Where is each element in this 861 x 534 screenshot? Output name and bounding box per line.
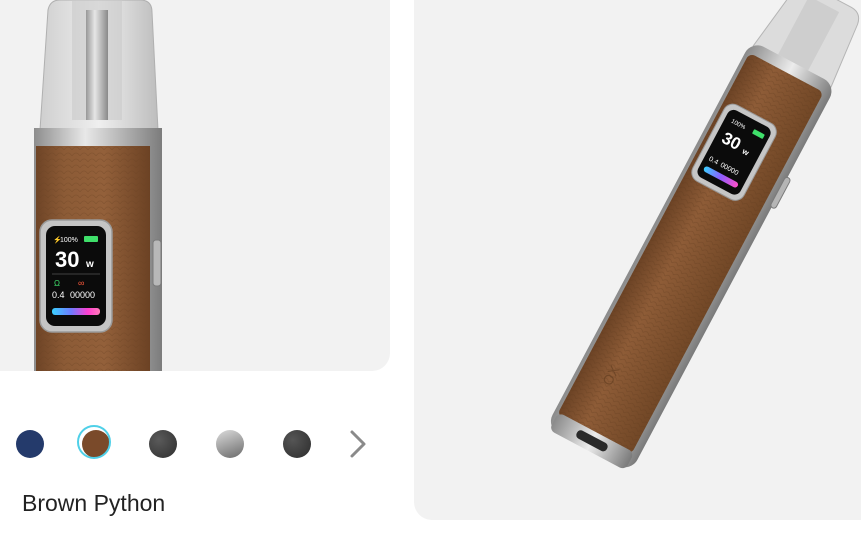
wattage-unit: w [85,259,94,270]
battery-text: 100% [60,237,78,244]
color-swatch-brown-python[interactable] [77,425,111,459]
product-image-angled: 100% 30 w 0.4 00000 OX [414,0,861,520]
puff-count: 00000 [70,290,95,300]
wattage-value: 30 [55,247,79,272]
vape-device-closeup-image: ⚡ 100% 30 w Ω ∞ 0.4 00000 [34,0,162,371]
selected-color-name: Brown Python [22,490,166,516]
vape-device-angled-image: 100% 30 w 0.4 00000 OX [550,0,860,469]
color-swatch-silver[interactable] [216,430,244,458]
color-swatch-navy[interactable] [16,430,44,458]
next-swatches-button[interactable] [344,428,372,460]
chevron-right-icon [350,430,366,458]
product-image-main: ⚡ 100% 30 w Ω ∞ 0.4 00000 [0,0,390,371]
svg-text:∞: ∞ [78,278,84,288]
color-swatch-dark-gray[interactable] [149,430,177,458]
color-swatch-charcoal[interactable] [283,430,311,458]
resistance-value: 0.4 [52,290,65,300]
svg-text:Ω: Ω [54,279,60,288]
